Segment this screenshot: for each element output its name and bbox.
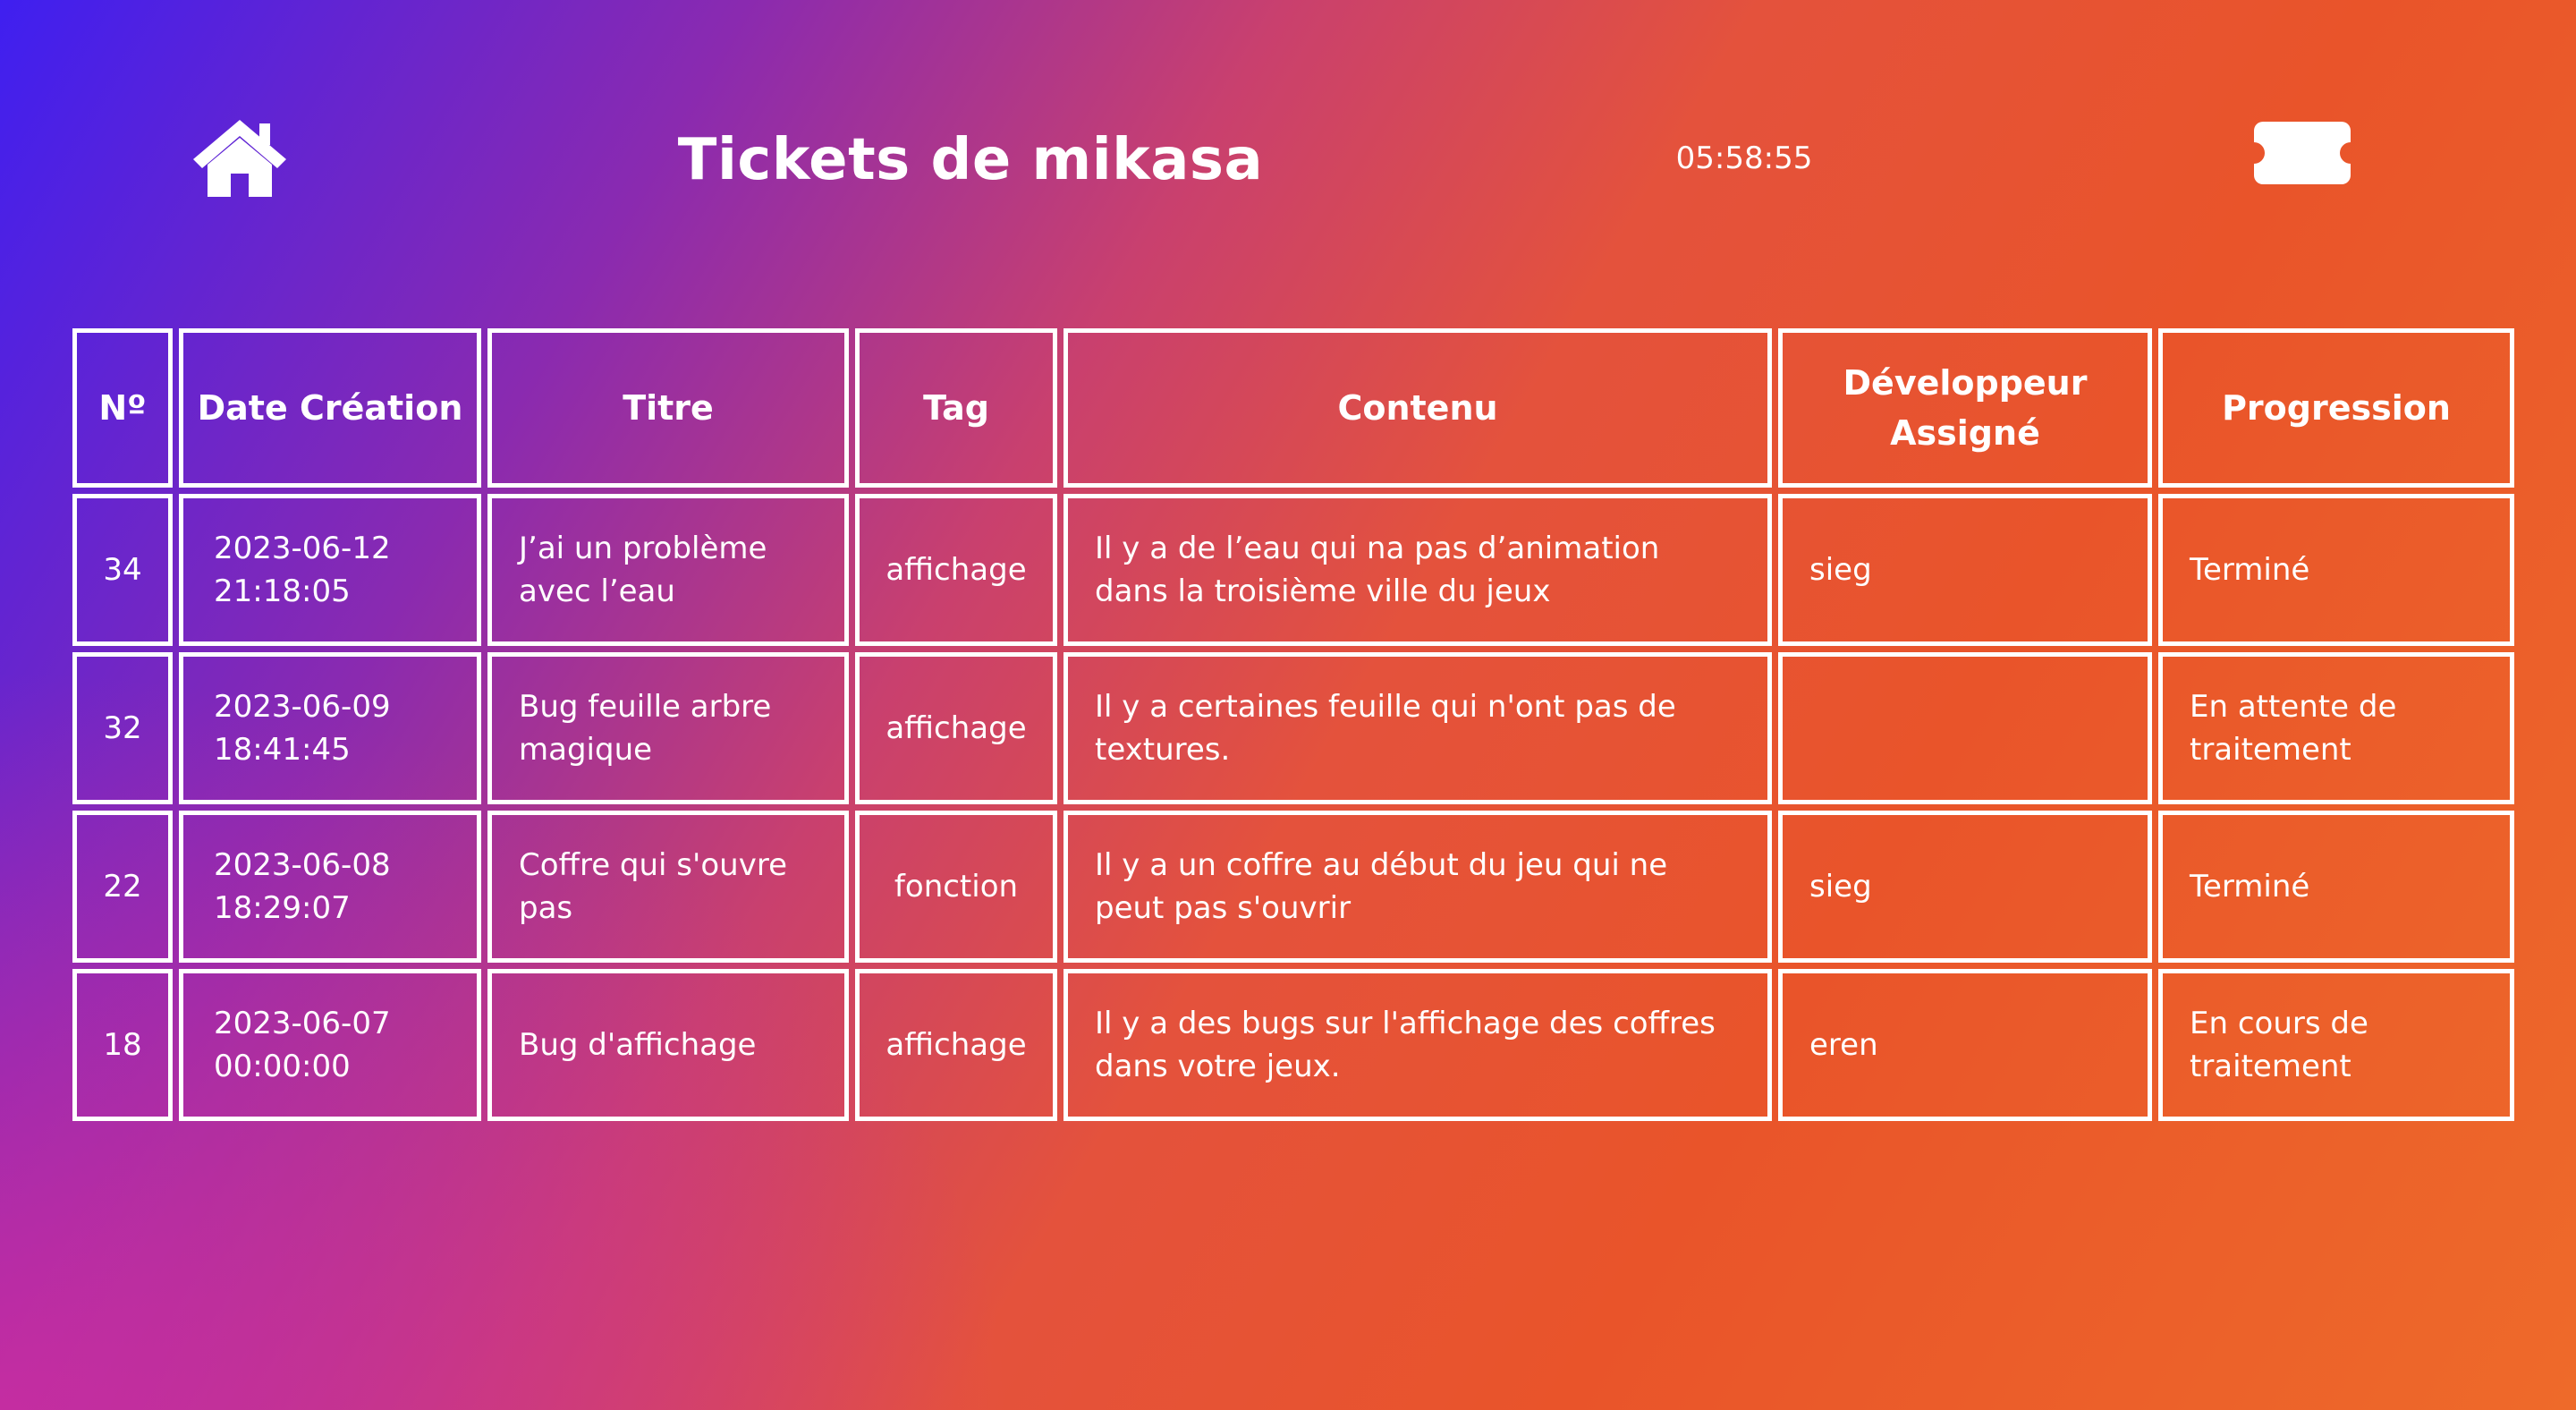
ticket-progress: Terminé xyxy=(2158,494,2514,646)
ticket-content: Il y a des bugs sur l'affichage des coff… xyxy=(1063,969,1772,1121)
ticket-progress: En attente de traitement xyxy=(2158,652,2514,804)
ticket-tag: affichage xyxy=(855,969,1057,1121)
table-row[interactable]: 34 2023-06-12 21:18:05 J’ai un problème … xyxy=(72,494,2514,646)
table-row[interactable]: 22 2023-06-08 18:29:07 Coffre qui s'ouvr… xyxy=(72,811,2514,963)
ticket-num: 18 xyxy=(72,969,173,1121)
ticket-developer xyxy=(1778,652,2152,804)
table-header-row: Nº Date Création Titre Tag Contenu Dével… xyxy=(72,328,2514,488)
ticket-content: Il y a de l’eau qui na pas d’animation d… xyxy=(1063,494,1772,646)
ticket-content: Il y a certaines feuille qui n'ont pas d… xyxy=(1063,652,1772,804)
ticket-developer: sieg xyxy=(1778,811,2152,963)
header-content: Contenu xyxy=(1063,328,1772,488)
ticket-date: 2023-06-12 21:18:05 xyxy=(179,494,481,646)
header-tag: Tag xyxy=(855,328,1057,488)
ticket-num: 22 xyxy=(72,811,173,963)
ticket-tag: affichage xyxy=(855,652,1057,804)
tickets-table: Nº Date Création Titre Tag Contenu Dével… xyxy=(66,322,2521,1127)
ticket-date: 2023-06-09 18:41:45 xyxy=(179,652,481,804)
ticket-developer: sieg xyxy=(1778,494,2152,646)
ticket-date: 2023-06-08 18:29:07 xyxy=(179,811,481,963)
ticket-developer: eren xyxy=(1778,969,2152,1121)
home-icon[interactable] xyxy=(190,116,290,199)
ticket-title: Bug d'affichage xyxy=(487,969,849,1121)
ticket-date: 2023-06-07 00:00:00 xyxy=(179,969,481,1121)
ticket-icon[interactable] xyxy=(2252,120,2352,186)
page-title: Tickets de mikasa xyxy=(677,127,1264,193)
ticket-icon-graphic xyxy=(2254,122,2351,184)
header-date: Date Création xyxy=(179,328,481,488)
top-bar: Tickets de mikasa 05:58:55 xyxy=(0,0,2576,322)
ticket-tag: fonction xyxy=(855,811,1057,963)
table-row[interactable]: 18 2023-06-07 00:00:00 Bug d'affichage a… xyxy=(72,969,2514,1121)
clock: 05:58:55 xyxy=(1675,140,1813,176)
ticket-title: Bug feuille arbre magique xyxy=(487,652,849,804)
ticket-title: Coffre qui s'ouvre pas xyxy=(487,811,849,963)
header-title: Titre xyxy=(487,328,849,488)
table-row[interactable]: 32 2023-06-09 18:41:45 Bug feuille arbre… xyxy=(72,652,2514,804)
ticket-num: 32 xyxy=(72,652,173,804)
home-icon-graphic xyxy=(193,120,286,197)
ticket-title: J’ai un problème avec l’eau xyxy=(487,494,849,646)
ticket-progress: En cours de traitement xyxy=(2158,969,2514,1121)
ticket-tag: affichage xyxy=(855,494,1057,646)
ticket-num: 34 xyxy=(72,494,173,646)
header-num: Nº xyxy=(72,328,173,488)
ticket-content: Il y a un coffre au début du jeu qui ne … xyxy=(1063,811,1772,963)
header-progress: Progression xyxy=(2158,328,2514,488)
ticket-progress: Terminé xyxy=(2158,811,2514,963)
header-developer: Développeur Assigné xyxy=(1778,328,2152,488)
